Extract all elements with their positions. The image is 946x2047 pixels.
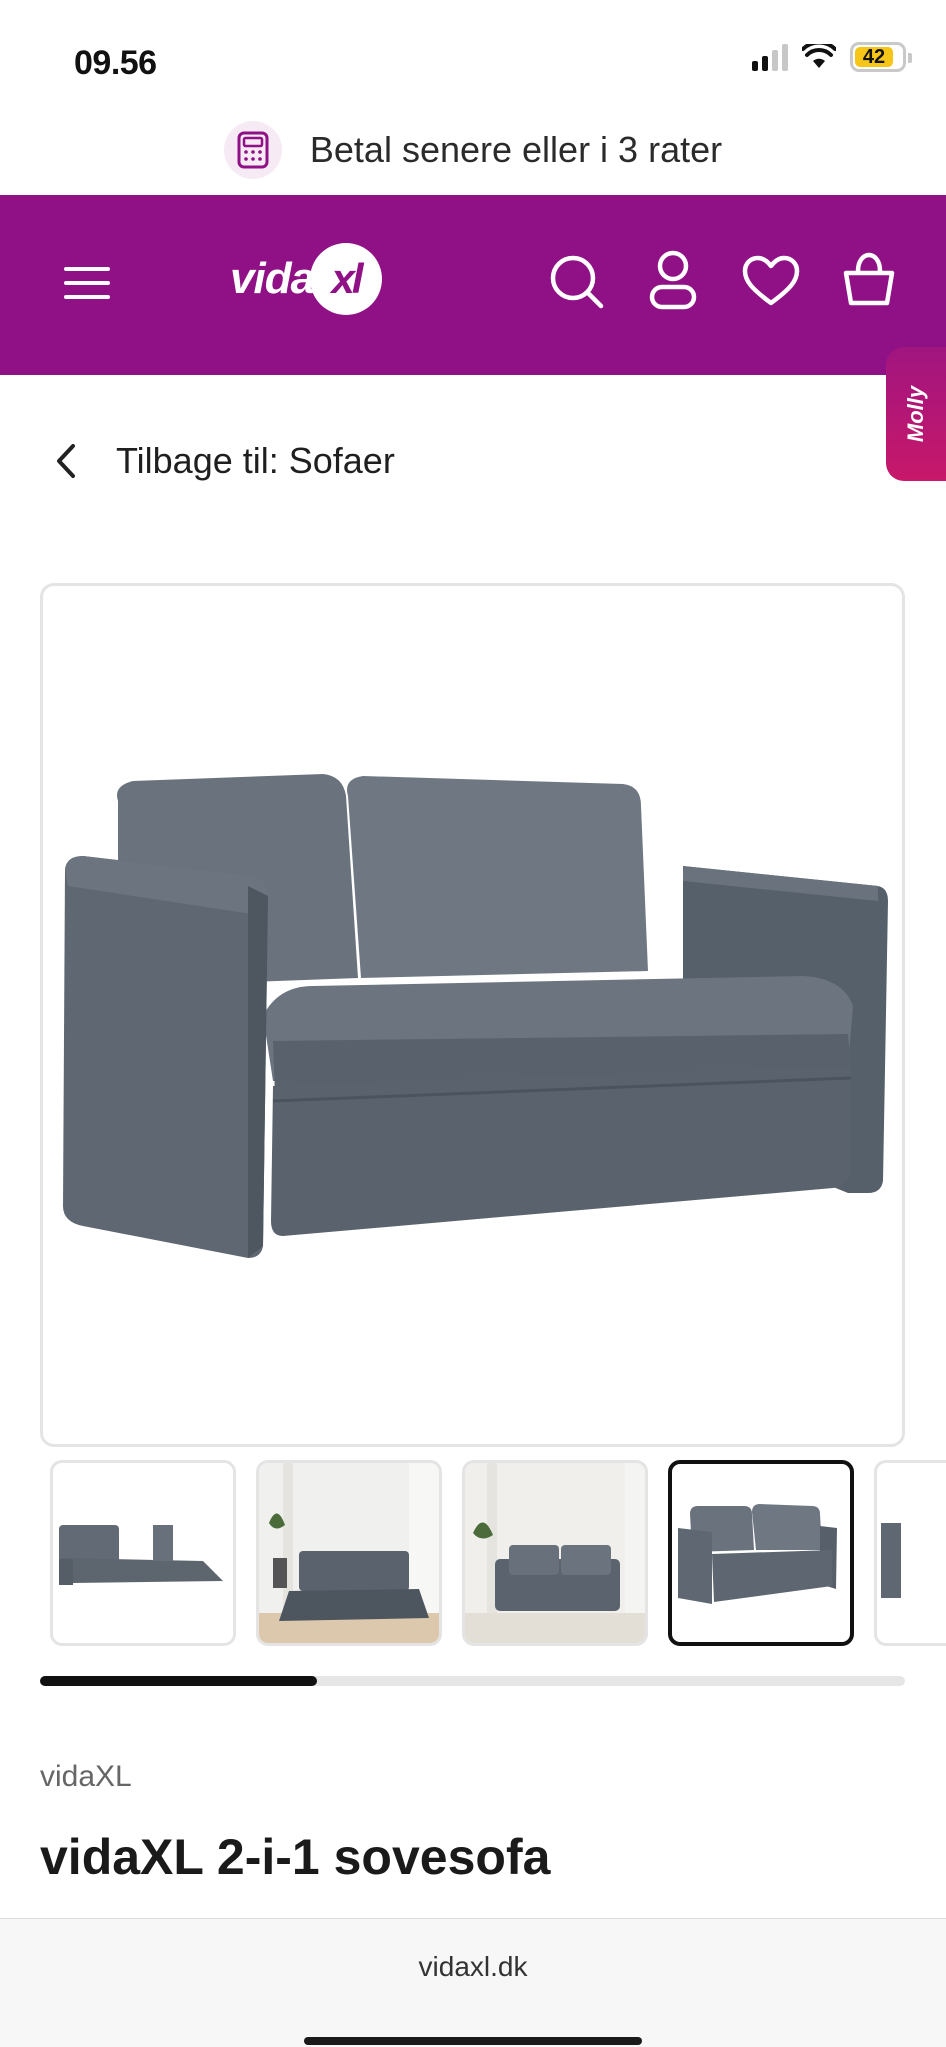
- search-icon[interactable]: [548, 253, 606, 311]
- logo-text: vida: [230, 254, 315, 303]
- wifi-icon: [802, 44, 836, 68]
- home-indicator: [304, 2037, 642, 2045]
- promo-text: Betal senere eller i 3 rater: [309, 129, 723, 170]
- thumbnail-strip[interactable]: [50, 1460, 946, 1646]
- gallery-scrollbar-thumb[interactable]: [40, 1676, 317, 1686]
- thumbnail-5[interactable]: [874, 1460, 946, 1646]
- chevron-left-icon: [57, 444, 75, 478]
- account-icon[interactable]: [648, 249, 698, 311]
- product-title: vidaXL 2-i-1 sovesofa: [40, 1829, 551, 1885]
- battery-icon: 42: [850, 42, 912, 72]
- battery-level: 42: [862, 45, 886, 68]
- vidaxl-logo[interactable]: vida xl: [230, 243, 383, 315]
- molly-chat-tab[interactable]: Molly: [886, 347, 946, 481]
- thumbnail-4[interactable]: [668, 1460, 854, 1646]
- cart-icon[interactable]: [840, 251, 898, 309]
- menu-icon[interactable]: [62, 263, 112, 303]
- thumbnail-1[interactable]: [50, 1460, 236, 1646]
- status-time: 09.56: [74, 44, 157, 82]
- gallery-scrollbar[interactable]: [40, 1676, 905, 1686]
- logo-xl-badge: xl: [310, 243, 383, 315]
- wishlist-icon[interactable]: [742, 255, 800, 307]
- cellular-signal-icon: [752, 43, 788, 71]
- site-header: vida xl: [0, 195, 946, 375]
- thumbnail-2[interactable]: [256, 1460, 442, 1646]
- back-link[interactable]: Tilbage til: Sofaer: [56, 440, 395, 482]
- status-icons: 42: [752, 42, 912, 72]
- calculator-icon: [223, 121, 282, 179]
- sofa-image: [63, 774, 888, 1258]
- product-brand[interactable]: vidaXL: [40, 1760, 132, 1794]
- molly-label: Molly: [902, 385, 928, 443]
- url-text[interactable]: vidaxl.dk: [0, 1951, 946, 1983]
- promo-banner[interactable]: Betal senere eller i 3 rater: [0, 108, 946, 192]
- status-bar: 09.56 42: [0, 0, 946, 118]
- product-main-image[interactable]: [40, 583, 905, 1447]
- back-link-label: Tilbage til: Sofaer: [116, 440, 395, 481]
- browser-address-bar[interactable]: vidaxl.dk: [0, 1918, 946, 2047]
- thumbnail-3[interactable]: [462, 1460, 648, 1646]
